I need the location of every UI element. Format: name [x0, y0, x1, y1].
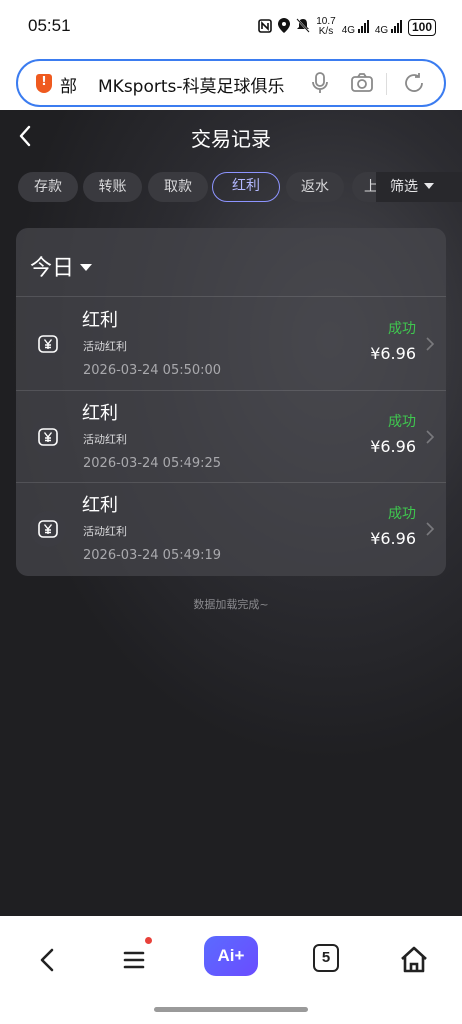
date-label: 今日 [30, 256, 75, 281]
location-icon [278, 18, 291, 36]
camera-icon[interactable] [350, 71, 374, 95]
divider [16, 296, 446, 297]
category-tabs: 存款 转账 取款 红利 返水 上分 筛选 [0, 172, 462, 206]
shield-icon[interactable] [36, 74, 52, 93]
menu-icon[interactable] [114, 940, 154, 980]
chevron-right-icon [424, 428, 436, 446]
tab-deposit[interactable]: 存款 [18, 172, 78, 202]
caret-down-icon [424, 183, 434, 189]
mute-bell-icon [296, 18, 310, 36]
back-icon[interactable] [28, 940, 68, 980]
browser-toolbar: 部 MKsports-科莫足球俱乐 [0, 56, 462, 110]
signal-1: 4G [342, 19, 369, 36]
tab-transfer[interactable]: 转账 [83, 172, 142, 202]
transaction-page: 交易记录 存款 转账 取款 红利 返水 上分 筛选 今日 红利 活动红利 202… [0, 110, 462, 916]
yen-wallet-icon [30, 419, 66, 455]
tabs-count-button[interactable]: 5 [313, 944, 339, 972]
url-prefix: 部 [60, 77, 77, 97]
status-bar: 05:51 10.7 K/s 4G 4G 100 [0, 0, 462, 56]
refresh-icon[interactable] [402, 71, 426, 95]
transaction-row[interactable]: 红利 活动红利 2026-03-24 05:50:00 成功 ¥6.96 [16, 298, 446, 390]
tab-withdraw[interactable]: 取款 [148, 172, 208, 202]
tab-rebate[interactable]: 返水 [286, 172, 344, 202]
toolbar-divider [386, 73, 387, 95]
page-header: 交易记录 [0, 110, 462, 164]
transaction-status: 成功 [388, 321, 416, 337]
tab-bonus[interactable]: 红利 [212, 172, 280, 202]
status-icons: 10.7 K/s 4G 4G 100 [258, 17, 436, 37]
chevron-right-icon [424, 520, 436, 538]
transaction-row[interactable]: 红利 活动红利 2026-03-24 05:49:25 成功 ¥6.96 [16, 391, 446, 483]
home-icon[interactable] [394, 940, 434, 980]
transaction-time: 2026-03-24 05:50:00 [83, 363, 222, 378]
clock: 05:51 [28, 16, 71, 35]
transaction-amount: ¥6.96 [370, 529, 416, 548]
transaction-title: 红利 [82, 403, 118, 424]
transaction-amount: ¥6.96 [370, 437, 416, 456]
page-title: 交易记录 [191, 127, 271, 151]
transaction-time: 2026-03-24 05:49:19 [83, 548, 222, 563]
signal-bars-icon [390, 19, 402, 33]
filter-button[interactable]: 筛选 [376, 172, 462, 202]
microphone-icon[interactable] [308, 71, 332, 95]
transaction-time: 2026-03-24 05:49:25 [83, 456, 222, 471]
yen-wallet-icon [30, 511, 66, 547]
address-bar[interactable]: 部 MKsports-科莫足球俱乐 [16, 59, 446, 107]
browser-bottom-nav: Ai+ 5 [0, 916, 462, 1024]
load-complete-note: 数据加载完成~ [193, 598, 269, 611]
transaction-row[interactable]: 红利 活动红利 2026-03-24 05:49:19 成功 ¥6.96 [16, 483, 446, 575]
transaction-subtitle: 活动红利 [83, 433, 127, 446]
ai-assistant-button[interactable]: Ai+ [204, 936, 258, 976]
chevron-right-icon [424, 335, 436, 353]
transaction-subtitle: 活动红利 [83, 525, 127, 538]
filter-label: 筛选 [390, 179, 418, 195]
url-page-title[interactable]: MKsports-科莫足球俱乐 [98, 72, 285, 97]
caret-down-icon [80, 264, 93, 271]
transaction-status: 成功 [388, 506, 416, 522]
signal-2: 4G [375, 19, 402, 36]
signal-bars-icon [357, 19, 369, 33]
transaction-subtitle: 活动红利 [83, 340, 127, 353]
home-indicator [154, 1007, 308, 1012]
notification-dot [145, 937, 152, 944]
nfc-icon [258, 18, 273, 36]
yen-wallet-icon [30, 326, 66, 362]
transaction-card: 今日 红利 活动红利 2026-03-24 05:50:00 成功 ¥6.96 … [16, 228, 446, 576]
transaction-title: 红利 [82, 495, 118, 516]
transaction-title: 红利 [82, 310, 118, 331]
date-selector[interactable]: 今日 [30, 250, 93, 282]
transaction-status: 成功 [388, 414, 416, 430]
network-speed: 10.7 K/s [316, 16, 336, 37]
battery-indicator: 100 [407, 18, 436, 36]
transaction-amount: ¥6.96 [370, 344, 416, 363]
